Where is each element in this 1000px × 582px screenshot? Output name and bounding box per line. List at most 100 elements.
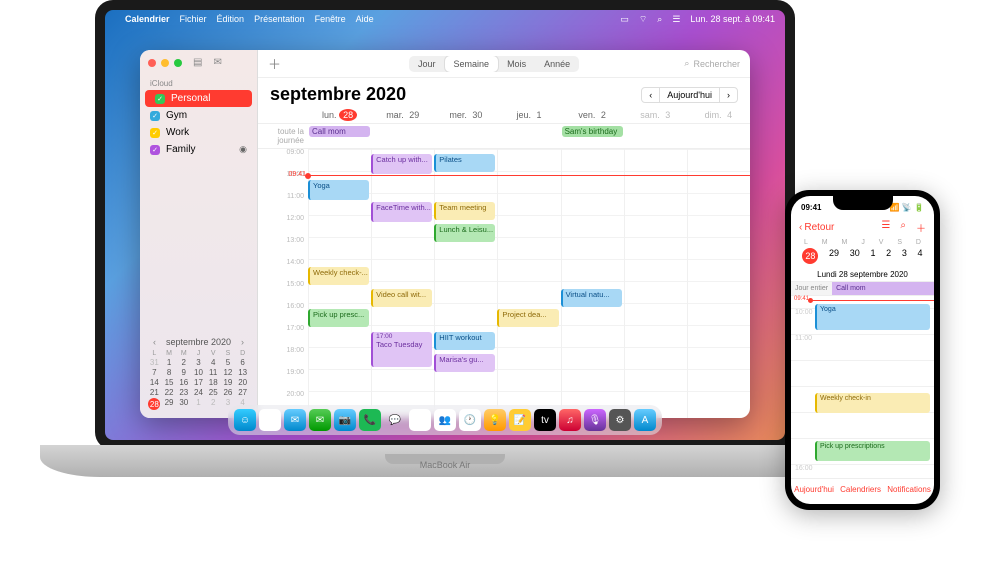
- view-year[interactable]: Année: [535, 56, 579, 72]
- calendar-event[interactable]: Catch up with...: [371, 154, 432, 174]
- mini-cal-grid[interactable]: LMMJVSD311234567891011121314151617181920…: [148, 350, 249, 410]
- menu-file[interactable]: Fichier: [180, 14, 207, 24]
- iphone-allday-row: Jour entier Call mom: [791, 282, 934, 296]
- dock-app-icon[interactable]: ☺: [234, 409, 256, 431]
- calendar-event[interactable]: FaceTime with...: [371, 202, 432, 222]
- calendar-event[interactable]: 17:00Taco Tuesday: [371, 332, 432, 367]
- dock-app-icon[interactable]: 💬: [384, 409, 406, 431]
- calendar-event[interactable]: Weekly check-...: [308, 267, 369, 285]
- menu-edit[interactable]: Édition: [217, 14, 245, 24]
- sidebar-section-label: iCloud: [140, 75, 257, 90]
- iphone-event[interactable]: Yoga: [815, 304, 930, 330]
- menu-view[interactable]: Présentation: [254, 14, 305, 24]
- month-title: septembre 2020: [270, 84, 406, 105]
- sidebar-item-personal[interactable]: ✓ Personal: [145, 90, 252, 107]
- calendar-event[interactable]: Project dea...: [497, 309, 558, 327]
- calendar-event[interactable]: Video call wit...: [371, 289, 432, 307]
- next-week-button[interactable]: ›: [719, 87, 738, 103]
- menu-window[interactable]: Fenêtre: [315, 14, 346, 24]
- minimize-button[interactable]: [161, 59, 169, 67]
- dock-app-icon[interactable]: 💡: [484, 409, 506, 431]
- day-header[interactable]: sam. 3: [624, 107, 687, 123]
- calendar-event[interactable]: Marisa's gu...: [434, 354, 495, 372]
- week-grid[interactable]: 09:0010:0011:0012:0013:0014:0015:0016:00…: [258, 149, 750, 418]
- fullscreen-button[interactable]: [174, 59, 182, 67]
- dock-app-icon[interactable]: 🕐: [459, 409, 481, 431]
- view-week[interactable]: Semaine: [445, 56, 499, 72]
- dock-app-icon[interactable]: 🎙: [584, 409, 606, 431]
- add-button[interactable]: ＋: [916, 220, 926, 235]
- tab-today[interactable]: Aujourd'hui: [794, 485, 834, 494]
- tab-calendars[interactable]: Calendriers: [840, 485, 881, 494]
- prev-week-button[interactable]: ‹: [641, 87, 660, 103]
- tab-notifications[interactable]: Notifications: [887, 485, 931, 494]
- iphone-allday-event[interactable]: Call mom: [832, 282, 934, 295]
- iphone-event[interactable]: Weekly check-in: [815, 393, 930, 413]
- inbox-icon[interactable]: ✉: [213, 57, 221, 68]
- dock-app-icon[interactable]: ⊞: [259, 409, 281, 431]
- close-button[interactable]: [148, 59, 156, 67]
- dock-app-icon[interactable]: 📷: [334, 409, 356, 431]
- sidebar-item-family[interactable]: ✓ Family ◉: [140, 141, 257, 158]
- search-field[interactable]: ⌕ Rechercher: [684, 58, 740, 69]
- menu-help[interactable]: Aide: [356, 14, 374, 24]
- dock-app-icon[interactable]: 28: [409, 409, 431, 431]
- mini-prev-month[interactable]: ‹: [153, 337, 156, 347]
- day-header[interactable]: mer. 30: [434, 107, 497, 123]
- iphone-weekday-row: LMMJVSD: [791, 237, 934, 248]
- share-icon[interactable]: ◉: [239, 144, 247, 155]
- dock-app-icon[interactable]: 📞: [359, 409, 381, 431]
- search-icon[interactable]: ⌕: [900, 220, 906, 235]
- allday-event[interactable]: Sam's birthday: [562, 126, 623, 137]
- dock-app-icon[interactable]: tv: [534, 409, 556, 431]
- iphone-date-row[interactable]: 2829301234: [791, 248, 934, 268]
- dock-app-icon[interactable]: 📝: [509, 409, 531, 431]
- sidebar-item-label: Personal: [171, 93, 210, 104]
- day-header[interactable]: dim. 4: [687, 107, 750, 123]
- sidebar-item-work[interactable]: ✓ Work: [140, 124, 257, 141]
- menubar-clock[interactable]: Lun. 28 sept. à 09:41: [690, 14, 775, 24]
- today-button[interactable]: Aujourd'hui: [660, 87, 719, 103]
- list-icon[interactable]: ☰: [881, 220, 890, 235]
- days-grid[interactable]: 09:41YogaWeekly check-...Pick up presc..…: [308, 149, 750, 418]
- allday-event[interactable]: Call mom: [309, 126, 370, 137]
- iphone-day-grid[interactable]: 10:0011:0016:0009:41YogaWeekly check-inP…: [791, 296, 934, 478]
- iphone-navbar: ‹ Retour ☰ ⌕ ＋: [791, 218, 934, 237]
- dock-app-icon[interactable]: 👥: [434, 409, 456, 431]
- sidebar-item-gym[interactable]: ✓ Gym: [140, 107, 257, 124]
- macbook-screen: Calendrier Fichier Édition Présentation …: [95, 0, 795, 450]
- day-header[interactable]: ven. 2: [561, 107, 624, 123]
- wifi-icon: ⌔: [639, 14, 647, 25]
- day-header[interactable]: mar. 29: [371, 107, 434, 123]
- add-event-button[interactable]: ＋: [268, 54, 281, 73]
- day-header[interactable]: jeu. 1: [497, 107, 560, 123]
- calendar-event[interactable]: Lunch & Leisu...: [434, 224, 495, 242]
- calendar-event[interactable]: Virtual natu...: [561, 289, 622, 307]
- calendar-event[interactable]: Team meeting: [434, 202, 495, 220]
- view-day[interactable]: Jour: [409, 56, 445, 72]
- macbook-frame: Calendrier Fichier Édition Présentation …: [95, 0, 795, 500]
- checkbox-icon[interactable]: ✓: [150, 111, 160, 121]
- dock-app-icon[interactable]: A: [634, 409, 656, 431]
- dock-app-icon[interactable]: ✉: [309, 409, 331, 431]
- search-icon[interactable]: ⌕: [657, 14, 662, 25]
- mini-next-month[interactable]: ›: [241, 337, 244, 347]
- calendar-event[interactable]: Pick up presc...: [308, 309, 369, 327]
- checkbox-icon[interactable]: ✓: [150, 145, 160, 155]
- dock-app-icon[interactable]: ✉: [284, 409, 306, 431]
- control-center-icon[interactable]: ☰: [672, 14, 680, 25]
- view-month[interactable]: Mois: [498, 56, 535, 72]
- search-placeholder: Rechercher: [693, 59, 740, 69]
- back-button[interactable]: ‹ Retour: [799, 222, 834, 233]
- day-header[interactable]: lun. 28: [308, 107, 371, 123]
- dock-app-icon[interactable]: ♫: [559, 409, 581, 431]
- checkbox-icon[interactable]: ✓: [150, 128, 160, 138]
- checkbox-icon[interactable]: ✓: [155, 94, 165, 104]
- iphone-event[interactable]: Pick up prescriptions: [815, 441, 930, 461]
- calendar-event[interactable]: Yoga: [308, 180, 369, 200]
- calendar-list-icon[interactable]: ▤: [193, 57, 202, 68]
- calendar-event[interactable]: Pilates: [434, 154, 495, 172]
- calendar-event[interactable]: HIIT workout: [434, 332, 495, 350]
- menubar-app-name[interactable]: Calendrier: [125, 14, 170, 24]
- dock-app-icon[interactable]: ⚙: [609, 409, 631, 431]
